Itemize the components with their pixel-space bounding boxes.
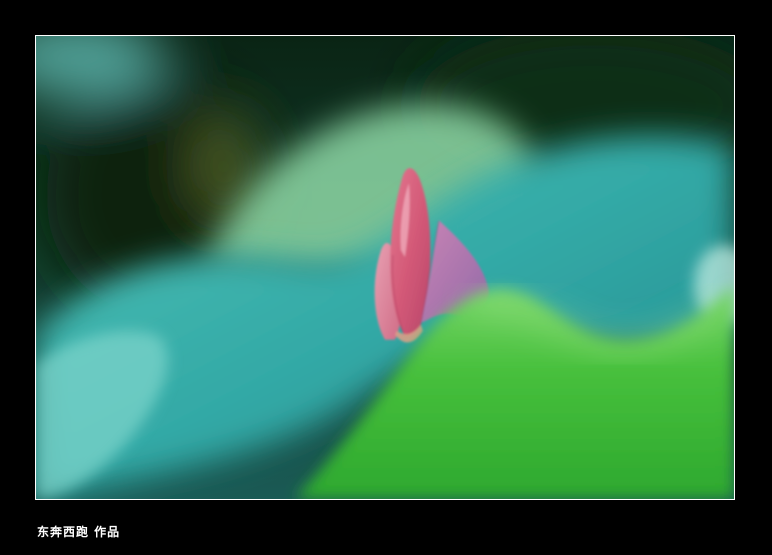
lotus-bud-photo — [36, 36, 734, 499]
photo-border — [35, 35, 735, 500]
author-credit: 东奔西跑 作品 — [37, 525, 121, 539]
photo-frame: 东奔西跑 作品 — [0, 0, 772, 555]
